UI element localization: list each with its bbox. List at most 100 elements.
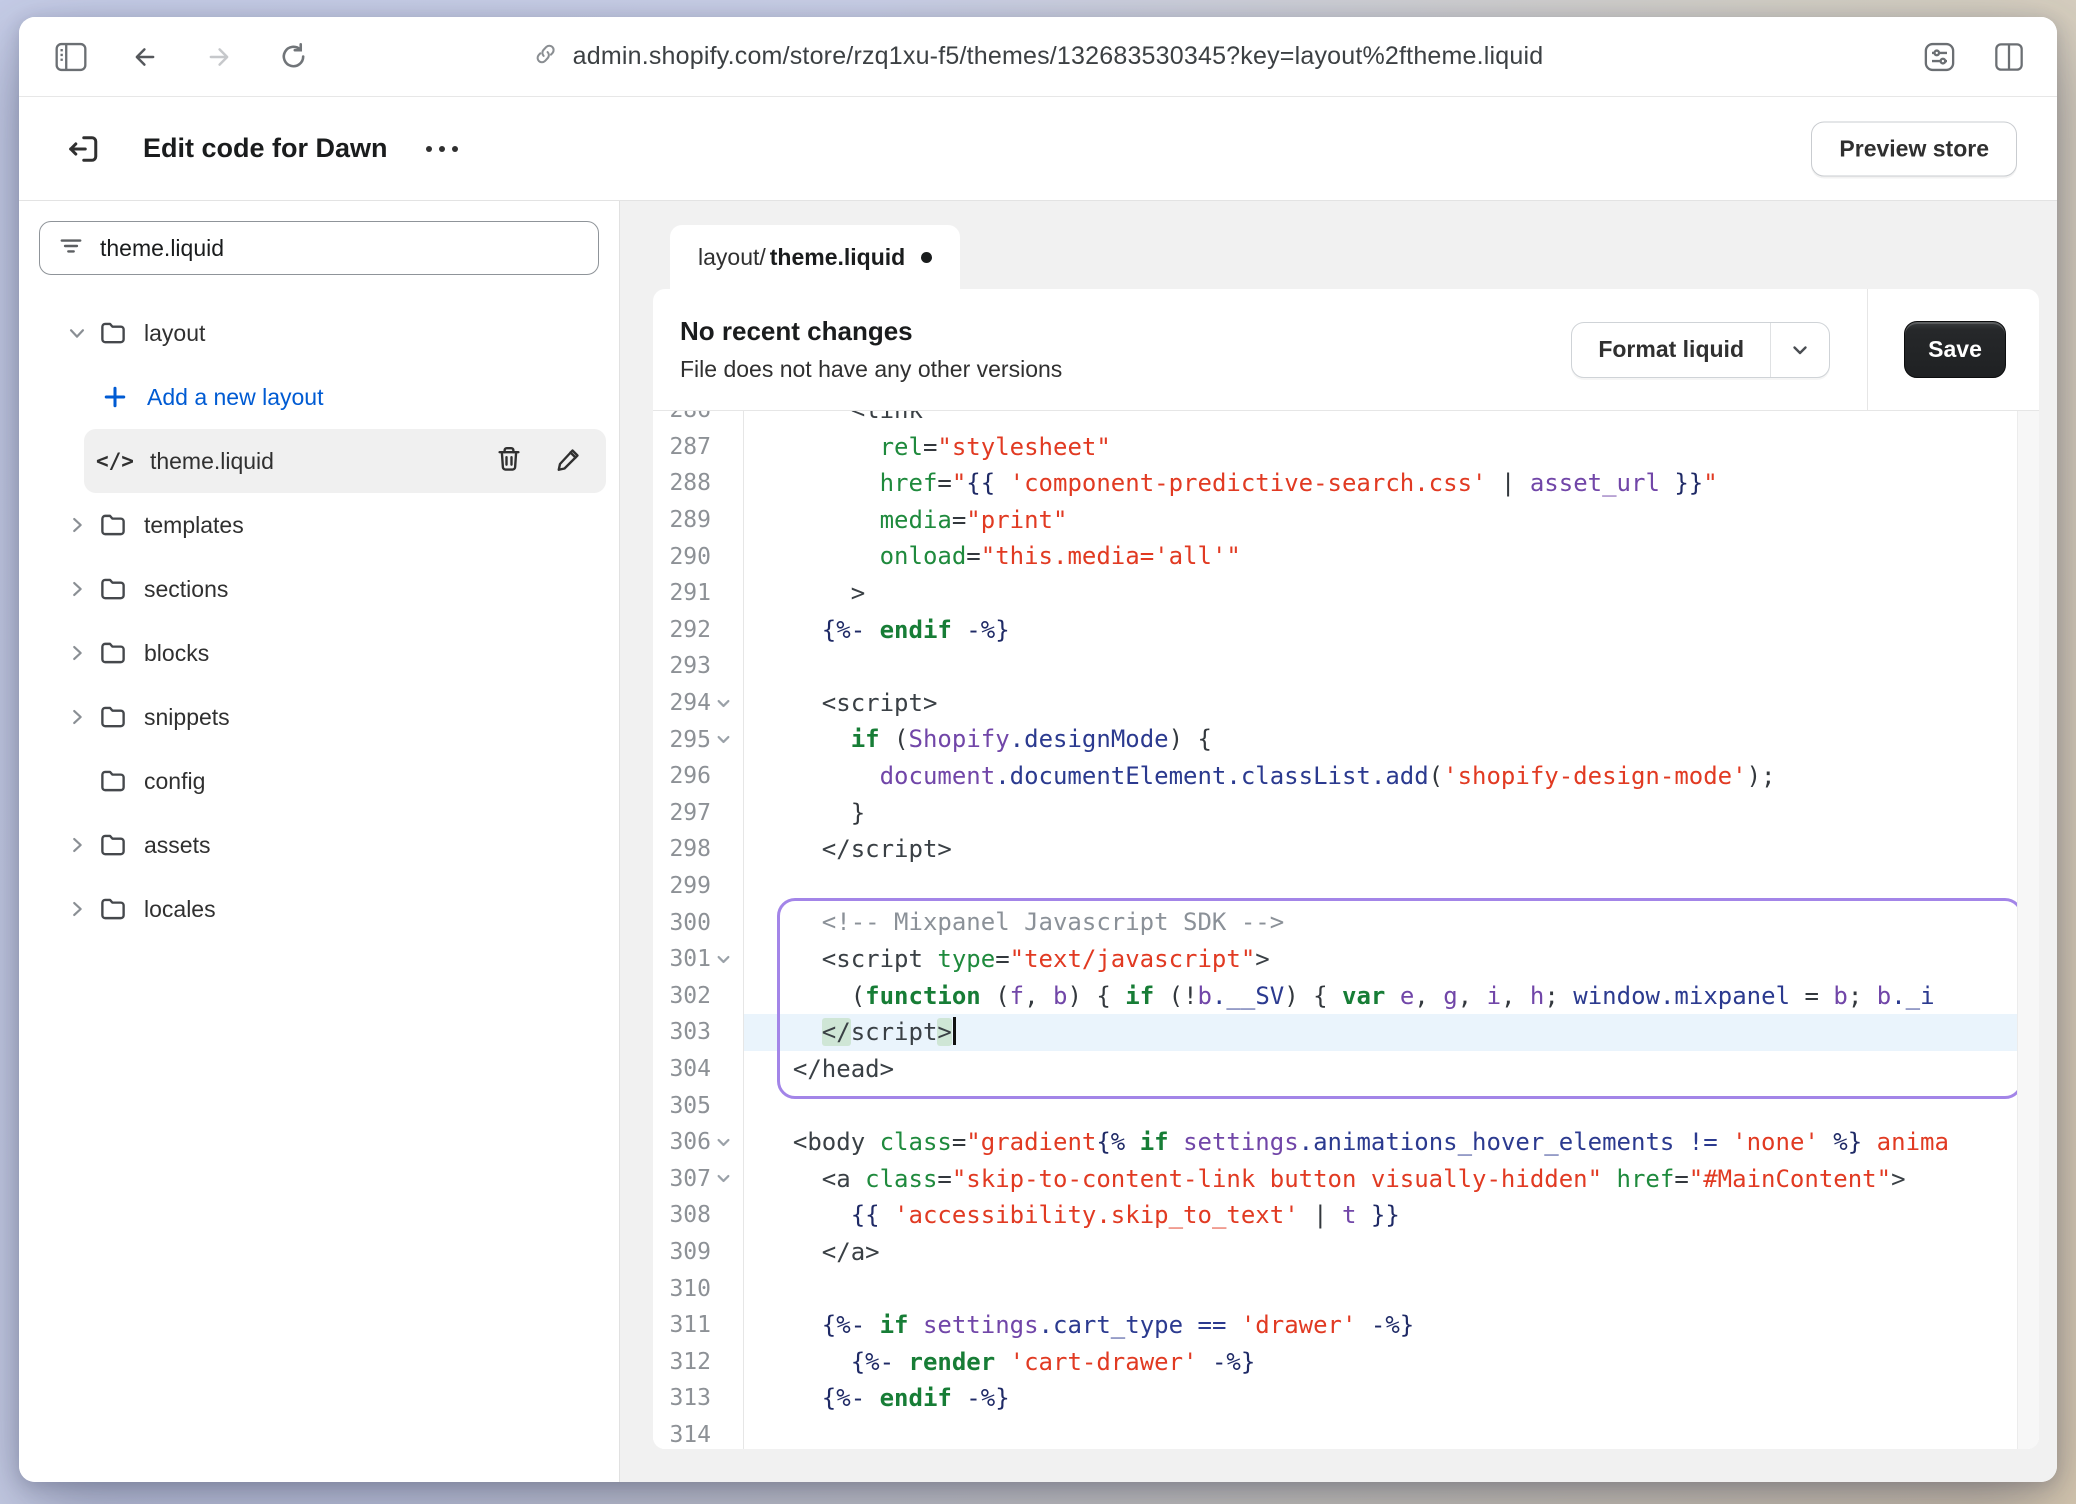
code-line-291[interactable]: > [764, 575, 2017, 612]
tab-file-name: theme.liquid [770, 244, 905, 271]
code-line-311[interactable]: {%- if settings.cart_type == 'drawer' -%… [764, 1307, 2017, 1344]
reload-icon[interactable] [271, 35, 315, 79]
folder-icon [98, 574, 128, 604]
sidebar-item-snippets[interactable]: snippets [19, 685, 619, 749]
tab-theme-liquid[interactable]: layout/ theme.liquid [670, 225, 960, 289]
preview-store-button[interactable]: Preview store [1811, 121, 2017, 176]
chevron-right-icon[interactable] [62, 578, 92, 600]
chevron-right-icon[interactable] [62, 834, 92, 856]
code-line-309[interactable]: </a> [764, 1234, 2017, 1271]
editor-scrollbar[interactable] [2017, 411, 2039, 1449]
file-tree: layoutAdd a new layout</>theme.liquidtem… [19, 301, 619, 941]
fold-toggle-icon[interactable] [711, 1124, 735, 1161]
fold-toggle-icon[interactable] [711, 721, 735, 758]
folder-icon [98, 830, 128, 860]
rename-file-icon[interactable] [554, 444, 584, 479]
chevron-right-icon[interactable] [62, 642, 92, 664]
folder-icon [98, 638, 128, 668]
sidebar-item-templates[interactable]: templates [19, 493, 619, 557]
line-number: 309 [669, 1239, 711, 1265]
code-line-286[interactable]: <link [764, 411, 2017, 429]
chevron-right-icon[interactable] [62, 706, 92, 728]
code-line-295[interactable]: if (Shopify.designMode) { [764, 721, 2017, 758]
fold-spacer [711, 1307, 735, 1344]
plus-icon [101, 383, 129, 411]
code-line-289[interactable]: media="print" [764, 502, 2017, 539]
sidebar-item-layout[interactable]: layout [19, 301, 619, 365]
sidebar-item-locales[interactable]: locales [19, 877, 619, 941]
sidebar-toggle-icon[interactable] [49, 35, 93, 79]
desktop-background: admin.shopify.com/store/rzq1xu-f5/themes… [0, 0, 2076, 1504]
back-icon[interactable] [123, 35, 167, 79]
line-number: 314 [669, 1422, 711, 1448]
unsaved-changes-dot [921, 252, 932, 263]
code-line-310[interactable] [764, 1270, 2017, 1307]
code-line-290[interactable]: onload="this.media='all'" [764, 538, 2017, 575]
page-settings-icon[interactable] [1917, 35, 1961, 79]
file-search-input[interactable]: theme.liquid [39, 221, 599, 275]
code-line-301[interactable]: <script type="text/javascript"> [764, 941, 2017, 978]
fold-spacer [711, 538, 735, 575]
code-line-292[interactable]: {%- endif -%} [764, 612, 2017, 649]
code-line-296[interactable]: document.documentElement.classList.add('… [764, 758, 2017, 795]
chevron-right-icon[interactable] [62, 898, 92, 920]
more-actions-icon[interactable] [426, 146, 458, 152]
sidebar-item-assets[interactable]: assets [19, 813, 619, 877]
split-view-icon[interactable] [1987, 35, 2031, 79]
tab-bar: layout/ theme.liquid [653, 201, 2039, 289]
code-line-303[interactable]: </script> [764, 1014, 2017, 1051]
code-line-288[interactable]: href="{{ 'component-predictive-search.cs… [764, 465, 2017, 502]
sidebar-item-add-layout[interactable]: Add a new layout [19, 365, 619, 429]
fold-spacer [711, 1417, 735, 1449]
code-line-304[interactable]: </head> [764, 1051, 2017, 1088]
delete-file-icon[interactable] [494, 444, 524, 479]
status-title: No recent changes [680, 316, 1571, 347]
folder-icon [98, 318, 128, 348]
code-line-307[interactable]: <a class="skip-to-content-link button vi… [764, 1161, 2017, 1198]
fold-toggle-icon[interactable] [711, 941, 735, 978]
line-number: 292 [669, 617, 711, 643]
code-line-300[interactable]: <!-- Mixpanel Javascript SDK --> [764, 904, 2017, 941]
code-line-312[interactable]: {%- render 'cart-drawer' -%} [764, 1344, 2017, 1381]
chevron-down-icon[interactable] [62, 322, 92, 344]
line-number: 298 [669, 836, 711, 862]
code-line-298[interactable]: </script> [764, 831, 2017, 868]
line-number: 306 [669, 1129, 711, 1155]
code-line-287[interactable]: rel="stylesheet" [764, 429, 2017, 466]
line-number: 308 [669, 1202, 711, 1228]
code-pane[interactable]: <link rel="stylesheet" href="{{ 'compone… [744, 411, 2017, 1449]
fold-spacer [711, 758, 735, 795]
chevron-down-icon[interactable] [1771, 323, 1829, 377]
format-liquid-label: Format liquid [1572, 323, 1770, 377]
code-line-294[interactable]: <script> [764, 685, 2017, 722]
line-number: 297 [669, 800, 711, 826]
save-button[interactable]: Save [1904, 321, 2006, 378]
forward-icon[interactable] [197, 35, 241, 79]
code-line-302[interactable]: (function (f, b) { if (!b.__SV) { var e,… [764, 978, 2017, 1015]
address-bar[interactable]: admin.shopify.com/store/rzq1xu-f5/themes… [533, 17, 1544, 96]
chevron-right-icon[interactable] [62, 514, 92, 536]
code-line-293[interactable] [764, 648, 2017, 685]
sidebar-item-theme-liquid[interactable]: </>theme.liquid [84, 429, 606, 493]
fold-spacer [711, 1234, 735, 1271]
code-editor[interactable]: 2862872882892902912922932942952962972982… [653, 411, 2039, 1449]
sidebar-item-sections[interactable]: sections [19, 557, 619, 621]
code-line-297[interactable]: } [764, 795, 2017, 832]
sidebar-item-blocks[interactable]: blocks [19, 621, 619, 685]
sidebar-item-config[interactable]: config [19, 749, 619, 813]
code-line-308[interactable]: {{ 'accessibility.skip_to_text' | t }} [764, 1197, 2017, 1234]
line-number: 286 [669, 411, 711, 423]
code-line-313[interactable]: {%- endif -%} [764, 1380, 2017, 1417]
fold-spacer [711, 795, 735, 832]
filter-icon [58, 233, 84, 264]
fold-toggle-icon[interactable] [711, 685, 735, 722]
line-number: 301 [669, 946, 711, 972]
link-icon [533, 41, 559, 72]
code-line-306[interactable]: <body class="gradient{% if settings.anim… [764, 1124, 2017, 1161]
code-line-305[interactable] [764, 1087, 2017, 1124]
code-line-299[interactable] [764, 868, 2017, 905]
format-liquid-button[interactable]: Format liquid [1571, 322, 1830, 378]
fold-toggle-icon[interactable] [711, 1161, 735, 1198]
code-line-314[interactable] [764, 1417, 2017, 1449]
exit-editor-icon[interactable] [59, 125, 107, 173]
